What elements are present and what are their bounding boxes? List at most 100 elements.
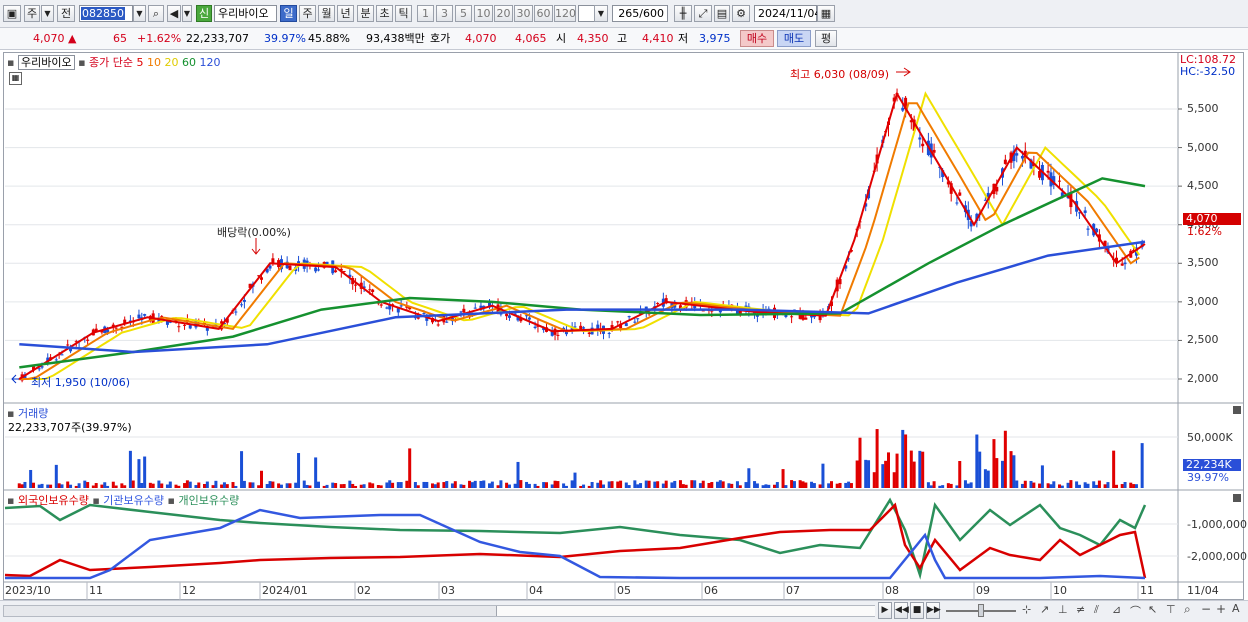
volume-bar [821,463,825,488]
xtick-current: 11/04 [1187,584,1219,597]
fast-forward-icon[interactable]: ▶▶ [926,602,941,619]
holding-bullet-icon-1: ▪ [7,494,15,507]
legend-ma-label[interactable]: 종가 단순 [89,56,133,69]
volume-bar [1012,455,1016,488]
text-tool-icon[interactable]: ⊤ [1166,603,1176,616]
volume-bar [716,481,719,488]
legend-stock-name[interactable]: 우리바이오 [17,55,75,70]
high-arrow-icon [896,67,911,77]
zoom-icon[interactable]: ⌕ [1184,602,1191,617]
legend-institution[interactable]: 기관보유수량 [103,494,164,507]
volume-bar [468,480,472,488]
volume-bar [83,480,87,488]
volume-bar [798,480,802,488]
legend-individual[interactable]: 개인보유수량 [178,494,239,507]
candle-body [399,305,403,307]
zoom-in-icon[interactable]: + [1216,602,1226,616]
volume-bar [1001,460,1004,488]
crosshair-icon[interactable]: ⊹ [1022,603,1031,616]
volume-bar [211,485,215,488]
volume-bar [496,485,500,488]
ruler-tool-icon[interactable]: ⊿ [1112,603,1121,616]
xtick: 06 [704,584,718,597]
scrollbar-thumb[interactable] [496,606,875,616]
volume-bar [23,481,27,488]
legend-ma60[interactable]: 60 [182,56,196,69]
xtick: 04 [529,584,543,597]
volume-bar [248,482,252,488]
volume-bar [844,482,848,488]
volume-bar [562,483,566,488]
volume-bar [91,485,95,488]
dividend-annotation: 배당락(0.00%) [217,226,291,239]
fibo-tool-icon[interactable]: ≠ [1076,603,1085,616]
volume-bar [955,485,959,488]
trend-tool-icon[interactable]: ↗ [1040,603,1049,616]
volume-bar [610,481,614,488]
volume-bar [331,482,335,488]
volume-bar [753,481,757,488]
volume-bar [1115,484,1118,488]
table-toggle-icon[interactable]: ▦ [9,72,22,85]
candle-body [188,325,192,329]
volume-bar [242,480,246,488]
volume-bar [1112,450,1116,488]
volume-bar [388,480,392,488]
volume-bar [322,485,326,488]
cursor-tool-icon[interactable]: ↖ [1148,603,1157,616]
volume-bar [875,429,879,488]
volume-bar [1123,482,1127,488]
zoom-out-icon[interactable]: − [1201,602,1211,616]
channel-tool-icon[interactable]: ⫽ [1094,603,1099,617]
volume-bar [775,482,779,488]
volume-bar [433,484,437,488]
candle-body [137,314,141,319]
volume-bar [251,482,255,488]
candle-body [1038,171,1042,178]
legend-ma5[interactable]: 5 [137,56,144,69]
volume-bar [1040,465,1044,488]
line-tool-icon[interactable]: ⊥ [1058,603,1068,616]
volume-bar [602,484,605,488]
xtick: 08 [885,584,899,597]
holding-panel-close-icon[interactable] [1233,494,1241,502]
volume-bar [533,483,537,488]
zoom-slider-thumb[interactable] [978,604,984,617]
volume-bar [764,484,768,488]
arc-tool-icon[interactable]: ⌒ [1130,603,1141,619]
volume-bar [123,485,127,488]
volume-bar [69,484,73,488]
volume-bar [507,484,511,488]
volume-bar [790,480,794,488]
legend-ma20[interactable]: 20 [165,56,179,69]
volume-bar [1077,484,1081,488]
rewind-icon[interactable]: ◀◀ [894,602,909,619]
play-icon[interactable]: ▶ [878,602,892,619]
candle-body [507,315,511,318]
volume-bar [978,451,982,488]
candle-body [958,192,962,196]
volume-panel-close-icon[interactable] [1233,406,1241,414]
chart-canvas[interactable] [0,0,1248,600]
candle-body [556,334,560,336]
bottom-navigation: ▶ ◀◀ ■ ▶▶ ⊹ ↗ ⊥ ≠ ⫽ ⊿ ⌒ ↖ ⊤ ⌕ − + A [0,600,1248,622]
candle-body [114,327,118,329]
font-size-icon[interactable]: A [1232,602,1240,615]
candle-body [183,324,187,326]
volume-bar [639,483,643,488]
volume-bar [391,482,395,488]
volume-bar [553,480,557,488]
volume-bar [1038,483,1042,488]
horizontal-scrollbar[interactable] [3,605,875,617]
xtick: 12 [182,584,196,597]
volume-bar [268,481,272,488]
volume-bar [473,480,477,488]
legend-foreign[interactable]: 외국인보유수량 [18,494,89,507]
candle-body [1086,228,1090,230]
stop-icon[interactable]: ■ [910,602,924,619]
volume-bar [214,480,218,488]
legend-ma120[interactable]: 120 [200,56,221,69]
legend-ma10[interactable]: 10 [147,56,161,69]
candle-body [1020,155,1024,159]
volume-bar [257,485,261,488]
